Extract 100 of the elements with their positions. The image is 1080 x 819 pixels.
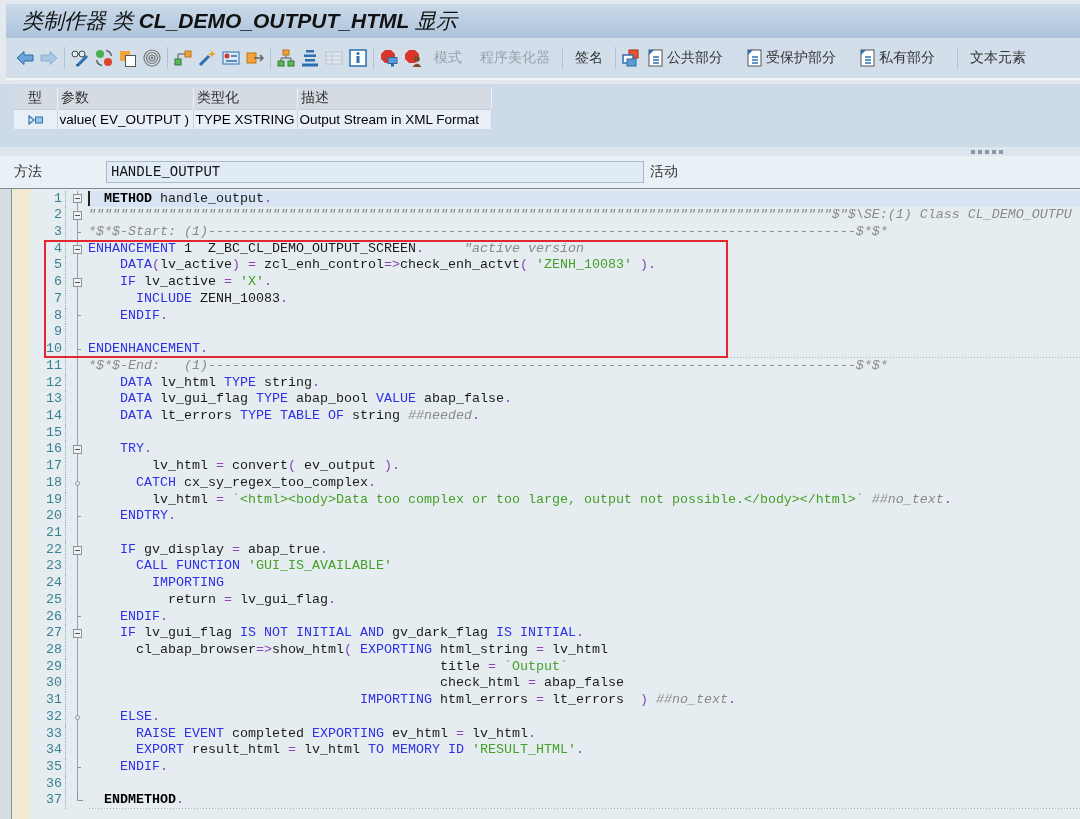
line-number: 35 xyxy=(46,759,62,775)
code-line: TRY. xyxy=(120,441,152,459)
line-number: 22 xyxy=(46,541,62,557)
code-line: lv_html = `<html><body>Data too complex or too large, output not possible.</body></html>` ##no_text. xyxy=(152,491,952,509)
line-number: 2 xyxy=(54,207,62,223)
code-line: lv_html = convert( ev_output ). xyxy=(152,458,400,475)
code-line: ENDIF. xyxy=(120,759,168,776)
column-header: 描述 xyxy=(300,88,329,105)
fold-end-icon xyxy=(77,314,81,318)
line-number: 7 xyxy=(54,290,62,306)
field-label: 方法 xyxy=(14,163,42,181)
fold-end-icon xyxy=(77,347,81,351)
document-list-icon xyxy=(745,49,763,67)
code-line: ENDTRY. xyxy=(120,508,176,525)
document-list-icon xyxy=(646,49,664,67)
line-number: 37 xyxy=(46,792,62,808)
code-line: ELSE. xyxy=(120,708,160,726)
fold-end-icon xyxy=(77,515,81,519)
line-number: 3 xyxy=(54,224,62,240)
line-number: 36 xyxy=(46,775,62,791)
line-number: 11 xyxy=(46,357,62,373)
code-line: ENHANCEMENT 1 Z_BC_CL_DEMO_OUTPUT_SCREEN. "active version xyxy=(88,240,584,258)
line-number: 6 xyxy=(54,274,62,290)
hierarchy-icon[interactable] xyxy=(277,49,295,67)
copy-icon[interactable] xyxy=(119,49,137,67)
stacked-bars-icon[interactable] xyxy=(301,49,319,67)
code-line: *$*$-Start: (1)---------------------------------------------------------------------------------$*$* xyxy=(88,224,888,241)
table-cell: TYPE XSTRING xyxy=(195,111,295,127)
line-number: 24 xyxy=(46,575,62,591)
document-list-icon xyxy=(858,49,876,67)
overlapping-windows-icon[interactable] xyxy=(622,49,640,67)
toolbar-item[interactable]: 私有部分 xyxy=(858,49,951,67)
line-number: 14 xyxy=(46,407,62,423)
method-field[interactable]: HANDLE_OUTPUT xyxy=(106,161,644,183)
stop-sign-monitor-icon[interactable] xyxy=(380,49,398,67)
code-line: RAISE EVENT completed EXPORTING ev_html = lv_html. xyxy=(136,725,536,743)
fold-end-icon xyxy=(77,765,81,769)
collapse-icon[interactable] xyxy=(73,211,82,221)
line-number: 31 xyxy=(46,692,62,708)
line-number: 34 xyxy=(46,742,62,758)
glasses-pencil-icon[interactable] xyxy=(71,49,89,67)
code-line: METHOD handle_output. xyxy=(104,190,272,208)
info-icon[interactable] xyxy=(349,49,367,67)
collapse-icon[interactable] xyxy=(73,278,82,288)
line-number: 29 xyxy=(46,658,62,674)
code-line: ENDENHANCEMENT. xyxy=(88,340,208,358)
code-line: ENDIF. xyxy=(120,608,168,626)
code-line: return = lv_gui_flag. xyxy=(168,591,336,609)
line-number: 1 xyxy=(54,190,62,206)
status-text: 活动 xyxy=(650,163,678,181)
collapse-icon[interactable] xyxy=(73,629,82,639)
collapse-icon[interactable] xyxy=(73,545,82,555)
collapse-icon[interactable] xyxy=(73,244,82,254)
line-number: 12 xyxy=(46,374,62,390)
fold-corner-icon xyxy=(77,792,83,802)
connected-boxes-icon[interactable] xyxy=(174,49,192,67)
toolbar-item[interactable]: 签名 xyxy=(569,49,609,67)
card-icon[interactable] xyxy=(222,49,240,67)
line-number: 28 xyxy=(46,642,62,657)
table-cell: Output Stream in XML Format xyxy=(299,111,480,127)
code-line: ENDIF. xyxy=(120,307,168,325)
line-number: 19 xyxy=(46,491,62,507)
line-number: 25 xyxy=(46,591,62,607)
triangle-square-icon xyxy=(27,114,43,125)
back-arrow-icon[interactable] xyxy=(16,49,34,67)
code-line: IF gv_display = abap_true. xyxy=(120,541,328,559)
line-number: 8 xyxy=(54,307,62,323)
fold-branch-icon xyxy=(75,714,80,720)
code-line: DATA lv_gui_flag TYPE abap_bool VALUE abap_false. xyxy=(120,391,512,408)
line-number: 15 xyxy=(46,424,62,440)
line-number: 9 xyxy=(54,324,62,340)
column-header: 参数 xyxy=(60,88,89,105)
toolbar-item[interactable]: 文本元素 xyxy=(964,49,1032,67)
colored-dots-icon[interactable] xyxy=(95,49,113,67)
collapse-icon[interactable] xyxy=(73,445,82,455)
toolbar-item[interactable]: 受保护部分 xyxy=(745,49,852,67)
box-arrow-icon[interactable] xyxy=(246,49,264,67)
line-number: 18 xyxy=(46,474,62,490)
code-line: IMPORTING html_errors = lt_errors ) ##no_text. xyxy=(359,692,736,709)
code-line: DATA(lv_active) = zcl_enh_control=>check_enh_actvt( 'ZENH_10083' ). xyxy=(120,257,656,275)
toolbar-item[interactable]: 公共部分 xyxy=(646,49,739,67)
magic-wand-icon[interactable] xyxy=(198,49,216,67)
code-line: EXPORT result_html = lv_html TO MEMORY ID 'RESULT_HTML'. xyxy=(136,742,584,760)
grip-icon[interactable] xyxy=(971,149,1003,154)
text-cursor xyxy=(88,191,90,207)
fold-end-icon xyxy=(77,615,81,619)
collapse-icon[interactable] xyxy=(73,194,82,204)
code-line: DATA lv_html TYPE string. xyxy=(120,374,320,392)
line-number: 27 xyxy=(46,625,62,641)
line-number: 10 xyxy=(46,341,62,357)
table-cell: value( EV_OUTPUT ) xyxy=(59,111,190,127)
line-number: 20 xyxy=(46,508,62,524)
line-number: 33 xyxy=(46,725,62,741)
code-line: CATCH cx_sy_regex_too_complex. xyxy=(136,474,376,492)
line-number: 23 xyxy=(46,558,62,574)
spiral-icon[interactable] xyxy=(143,49,161,67)
stop-sign-person-icon[interactable] xyxy=(404,49,422,67)
line-number: 26 xyxy=(46,608,62,624)
line-number: 32 xyxy=(46,708,62,724)
line-number: 4 xyxy=(54,240,62,256)
